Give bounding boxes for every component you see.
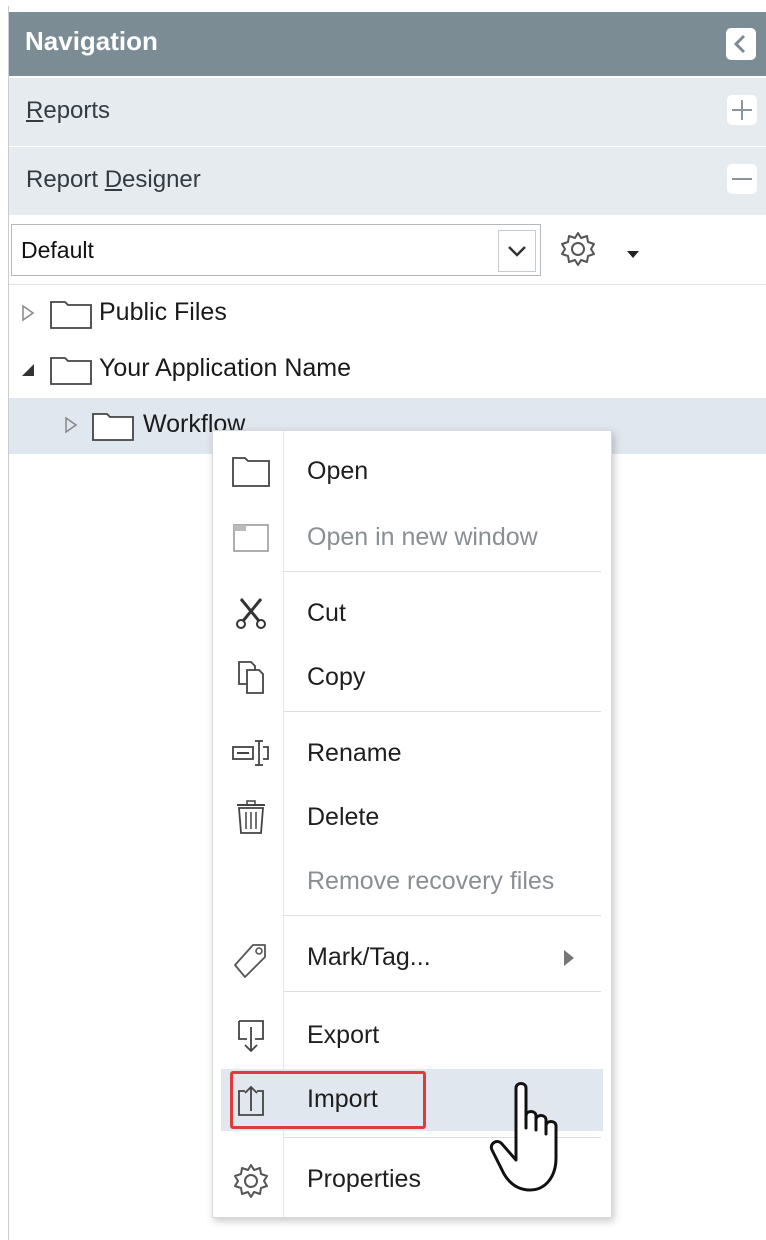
menu-item-label: Rename xyxy=(307,739,402,767)
section-reports-label: Reports xyxy=(26,97,111,124)
menu-item-label: Open in new window xyxy=(307,523,538,551)
tag-icon xyxy=(234,944,266,978)
menu-item-label: Cut xyxy=(307,599,346,627)
menu-separator xyxy=(283,711,601,712)
settings-dropdown-caret[interactable] xyxy=(627,246,639,264)
gear-icon xyxy=(234,1164,268,1198)
minus-icon xyxy=(732,178,752,180)
navigation-header: Navigation xyxy=(9,12,766,76)
chevron-down-icon xyxy=(508,246,526,257)
menu-item-export[interactable]: Export xyxy=(213,1005,611,1067)
hand-cursor-icon xyxy=(489,1082,558,1192)
menu-item-delete[interactable]: Delete xyxy=(213,787,611,849)
folder-icon xyxy=(92,413,134,441)
view-select-dropdown-button[interactable] xyxy=(498,230,536,272)
folder-icon xyxy=(50,357,92,385)
menu-item-copy[interactable]: Copy xyxy=(213,647,611,709)
gear-icon xyxy=(561,232,595,266)
plus-icon xyxy=(732,100,752,120)
view-select-value: Default xyxy=(21,237,94,263)
import-highlight-annotation xyxy=(230,1071,426,1129)
menu-item-remove-recovery-files[interactable]: Remove recovery files xyxy=(213,851,611,913)
folder-icon xyxy=(232,457,270,487)
new-window-icon xyxy=(233,524,269,552)
tree-node-label: Public Files xyxy=(99,298,227,326)
collapse-arrow-icon[interactable] xyxy=(20,360,36,378)
section-reports[interactable]: Reports xyxy=(9,78,766,147)
menu-item-label: Copy xyxy=(307,663,366,691)
copy-icon xyxy=(238,661,264,694)
folder-icon xyxy=(50,301,92,329)
tree-node-label: Your Application Name xyxy=(99,354,352,382)
trash-icon xyxy=(237,800,265,834)
section-report-designer-label: Report Designer xyxy=(26,166,201,193)
menu-item-label: Properties xyxy=(307,1165,421,1193)
tree-node-public-files[interactable]: Public Files xyxy=(9,286,766,342)
export-icon xyxy=(238,1020,264,1053)
expand-reports-button[interactable] xyxy=(727,95,757,125)
chevron-left-icon xyxy=(733,34,746,54)
navigation-title: Navigation xyxy=(25,26,158,56)
menu-item-cut[interactable]: Cut xyxy=(213,583,611,645)
menu-item-open-new-window[interactable]: Open in new window xyxy=(213,507,611,569)
menu-item-open[interactable]: Open xyxy=(213,441,611,503)
menu-item-label: Remove recovery files xyxy=(307,867,555,895)
tree-divider xyxy=(9,284,766,285)
rename-icon xyxy=(232,740,269,766)
collapse-report-designer-button[interactable] xyxy=(727,164,757,194)
tree-node-application[interactable]: Your Application Name xyxy=(9,342,766,398)
expand-arrow-icon[interactable] xyxy=(21,304,35,322)
view-select[interactable]: Default xyxy=(11,224,541,276)
scissors-icon xyxy=(236,598,266,629)
submenu-arrow-icon xyxy=(564,950,574,966)
menu-item-label: Delete xyxy=(307,803,380,831)
menu-item-label: Open xyxy=(307,457,369,485)
collapse-panel-button[interactable] xyxy=(726,28,756,60)
menu-item-label: Mark/Tag... xyxy=(307,943,431,971)
menu-separator xyxy=(283,991,601,992)
settings-button[interactable] xyxy=(557,228,599,270)
menu-item-label: Export xyxy=(307,1021,380,1049)
menu-separator xyxy=(283,915,601,916)
section-report-designer[interactable]: Report Designer xyxy=(9,147,766,216)
menu-separator xyxy=(283,571,601,572)
caret-down-icon xyxy=(627,251,639,258)
menu-item-rename[interactable]: Rename xyxy=(213,723,611,785)
expand-arrow-icon[interactable] xyxy=(64,416,78,434)
menu-item-mark-tag[interactable]: Mark/Tag... xyxy=(213,927,611,989)
